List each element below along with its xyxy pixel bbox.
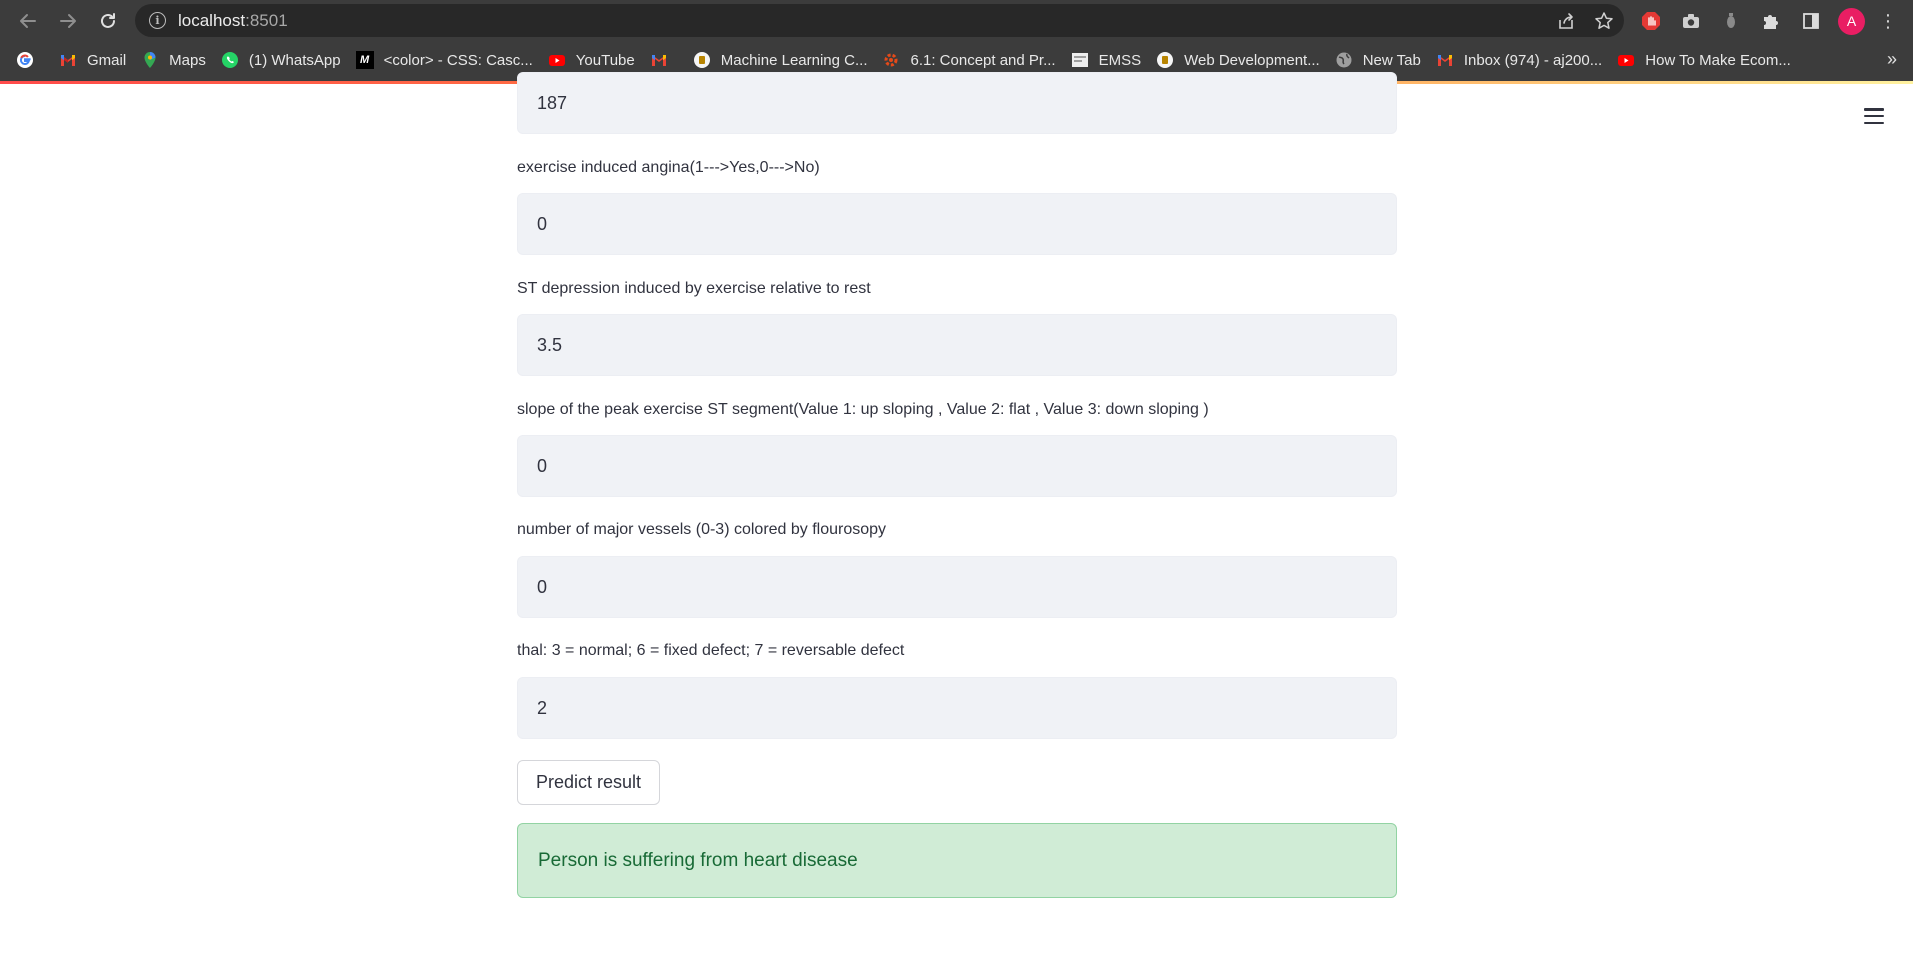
mdn-icon: M <box>355 51 374 69</box>
gear-red-icon <box>882 51 900 69</box>
course-icon <box>1156 51 1174 69</box>
side-panel-icon <box>1803 13 1819 29</box>
address-bar[interactable]: i localhost:8501 <box>135 4 1624 37</box>
bookmark-label: <color> - CSS: Casc... <box>383 51 533 69</box>
result-success-alert: Person is suffering from heart disease <box>517 823 1397 898</box>
gmail-icon <box>650 51 668 69</box>
bookmark-11[interactable]: Inbox (974) - aj200... <box>1436 51 1602 69</box>
bookmark-8[interactable]: EMSS <box>1071 51 1142 69</box>
bookmark-9[interactable]: Web Development... <box>1156 51 1320 69</box>
course-icon <box>693 51 711 69</box>
maps-icon <box>141 51 159 69</box>
bookmark-label: Inbox (974) - aj200... <box>1463 51 1603 69</box>
main-menu-icon[interactable] <box>1864 108 1884 124</box>
bookmark-label: Web Development... <box>1184 51 1320 69</box>
url-host: localhost <box>178 10 246 30</box>
slope-input[interactable]: 0 <box>517 435 1397 497</box>
bookmark-4[interactable]: YouTube <box>548 51 635 69</box>
extensions-area: A ⋮ <box>1638 6 1897 36</box>
side-panel-button[interactable] <box>1798 8 1824 34</box>
reload-button[interactable] <box>94 7 122 35</box>
back-button[interactable] <box>14 7 42 35</box>
gmail-icon <box>1436 51 1454 69</box>
more-bookmarks-button[interactable]: » <box>1887 49 1897 70</box>
site-info-icon[interactable]: i <box>149 12 166 29</box>
omnibox-actions <box>1556 4 1614 37</box>
extension-misc[interactable] <box>1718 8 1744 34</box>
exang-label: exercise induced angina(1--->Yes,0--->No… <box>517 159 820 176</box>
bookmark-label: Maps <box>169 51 206 69</box>
gmail-icon <box>59 51 77 69</box>
star-icon[interactable] <box>1594 11 1614 31</box>
whatsapp-icon <box>221 51 239 69</box>
app-page: 187 exercise induced angina(1--->Yes,0--… <box>0 72 1913 975</box>
youtube-icon <box>1617 51 1635 69</box>
stop-hand-icon <box>1642 12 1660 30</box>
bookmark-label: Gmail <box>87 51 127 69</box>
bookmark-3[interactable]: M <color> - CSS: Casc... <box>355 51 533 69</box>
bookmark-7[interactable]: 6.1: Concept and Pr... <box>882 51 1056 69</box>
bookmark-label: YouTube <box>575 51 635 69</box>
google-icon <box>16 51 34 69</box>
forward-button[interactable] <box>54 7 82 35</box>
camera-icon <box>1683 14 1699 28</box>
bookmark-0[interactable]: Gmail <box>59 51 126 69</box>
oldpeak-input[interactable]: 3.5 <box>517 314 1397 376</box>
bookmark-google[interactable] <box>16 51 44 69</box>
max-heart-rate-input[interactable]: 187 <box>517 72 1397 134</box>
slope-label: slope of the peak exercise ST segment(Va… <box>517 401 1209 418</box>
bulb-icon <box>1727 13 1735 28</box>
bookmark-label: (1) WhatsApp <box>248 51 341 69</box>
extension-adblock[interactable] <box>1638 8 1664 34</box>
ca-label: number of major vessels (0-3) colored by… <box>517 521 887 538</box>
thal-input[interactable]: 2 <box>517 677 1397 739</box>
share-icon[interactable] <box>1556 11 1576 31</box>
oldpeak-label: ST depression induced by exercise relati… <box>517 280 871 297</box>
exang-input[interactable]: 0 <box>517 193 1397 255</box>
bookmark-label: Machine Learning C... <box>720 51 868 69</box>
bookmark-label: 6.1: Concept and Pr... <box>910 51 1056 69</box>
page-icon <box>1071 51 1089 69</box>
youtube-icon <box>548 51 566 69</box>
reload-icon <box>101 12 115 28</box>
thal-label: thal: 3 = normal; 6 = fixed defect; 7 = … <box>517 642 905 659</box>
bookmark-5[interactable] <box>650 51 678 69</box>
extensions-button[interactable] <box>1758 8 1784 34</box>
url-port: :8501 <box>245 10 288 30</box>
globe-icon <box>1335 51 1353 69</box>
ca-input[interactable]: 0 <box>517 556 1397 618</box>
bookmark-label: How To Make Ecom... <box>1645 51 1791 69</box>
arrow-right-icon <box>60 13 76 28</box>
extension-screenshot[interactable] <box>1678 8 1704 34</box>
profile-avatar[interactable]: A <box>1838 7 1865 35</box>
bookmark-1[interactable]: Maps <box>141 51 206 69</box>
arrow-left-icon <box>20 13 36 28</box>
result-message: Person is suffering from heart disease <box>538 849 858 871</box>
browser-menu-icon[interactable]: ⋮ <box>1879 12 1897 30</box>
bookmark-6[interactable]: Machine Learning C... <box>693 51 868 69</box>
bookmark-12[interactable]: How To Make Ecom... <box>1617 51 1791 69</box>
puzzle-icon <box>1764 15 1778 29</box>
bookmark-label: New Tab <box>1362 51 1421 69</box>
predict-result-button[interactable]: Predict result <box>517 760 660 805</box>
bookmark-2[interactable]: (1) WhatsApp <box>221 51 341 69</box>
bookmark-label: EMSS <box>1098 51 1142 69</box>
bookmark-10[interactable]: New Tab <box>1335 51 1421 69</box>
